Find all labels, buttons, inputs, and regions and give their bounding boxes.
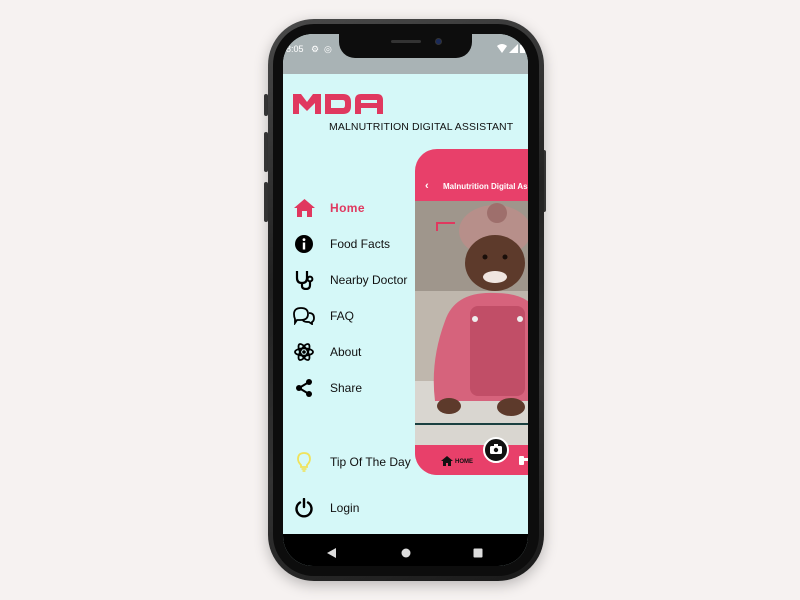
home-nav-icon[interactable] — [441, 453, 453, 471]
back-arrow-icon[interactable]: ‹ — [425, 180, 429, 192]
menu-item-nearby-doctor[interactable]: Nearby Doctor — [283, 266, 413, 294]
main-content-preview[interactable]: ‹ Malnutrition Digital Assistant — [415, 149, 528, 475]
settings-status-icon: ⚙ — [311, 44, 320, 54]
android-nav-bar — [283, 534, 528, 566]
menu-item-login[interactable]: Login — [283, 494, 413, 522]
atom-icon — [293, 342, 315, 362]
menu-item-label: Share — [330, 381, 363, 395]
menu-item-label: About — [330, 345, 362, 359]
stage: 8:05 ⚙ ◎ MALNUTRITION DIGITAL ASSISTANT … — [0, 0, 800, 600]
back-icon[interactable] — [327, 545, 337, 563]
home-nav-label: HOME — [455, 459, 473, 465]
notch — [339, 34, 472, 58]
menu-item-about[interactable]: About — [283, 338, 413, 366]
camera-button[interactable] — [483, 437, 509, 463]
chat-bubbles-icon — [293, 306, 315, 326]
sync-status-icon: ◎ — [324, 44, 332, 54]
stethoscope-icon — [293, 270, 315, 290]
menu-item-faq[interactable]: FAQ — [283, 302, 413, 330]
menu-item-label: Food Facts — [330, 237, 391, 251]
front-camera — [435, 38, 442, 45]
menu-item-food-facts[interactable]: Food Facts — [283, 230, 413, 258]
camera-icon — [490, 441, 502, 459]
signal-icon — [509, 44, 518, 55]
mda-logo — [293, 92, 385, 114]
menu-item-tip-of-the-day[interactable]: Tip Of The Day — [283, 448, 413, 476]
menu-item-label: Nearby Doctor — [330, 273, 408, 287]
share-icon — [293, 378, 315, 398]
lightbulb-icon — [293, 452, 315, 472]
recents-icon[interactable] — [473, 545, 483, 563]
menu-item-label: Login — [330, 501, 360, 515]
menu-item-label: Home — [330, 201, 365, 215]
home-icon — [293, 198, 315, 218]
preview-title: Malnutrition Digital Assistant — [443, 182, 528, 191]
battery-icon — [520, 44, 525, 55]
status-time: 8:05 — [286, 44, 304, 54]
status-bar: 8:05 ⚙ ◎ — [283, 34, 528, 74]
app-subtitle: MALNUTRITION DIGITAL ASSISTANT — [329, 121, 514, 133]
home-circle-icon[interactable] — [401, 545, 411, 563]
binoculars-icon[interactable] — [519, 452, 528, 470]
menu-item-home[interactable]: Home — [283, 194, 413, 222]
power-icon — [293, 498, 315, 518]
menu-item-share[interactable]: Share — [283, 374, 413, 402]
wifi-icon — [497, 44, 507, 55]
phone-screen: 8:05 ⚙ ◎ MALNUTRITION DIGITAL ASSISTANT … — [283, 34, 528, 566]
menu-item-label: Tip Of The Day — [330, 455, 411, 469]
menu-item-label: FAQ — [330, 309, 355, 323]
info-icon — [293, 234, 315, 254]
speaker-grill — [391, 40, 421, 43]
child-photo — [415, 201, 528, 445]
